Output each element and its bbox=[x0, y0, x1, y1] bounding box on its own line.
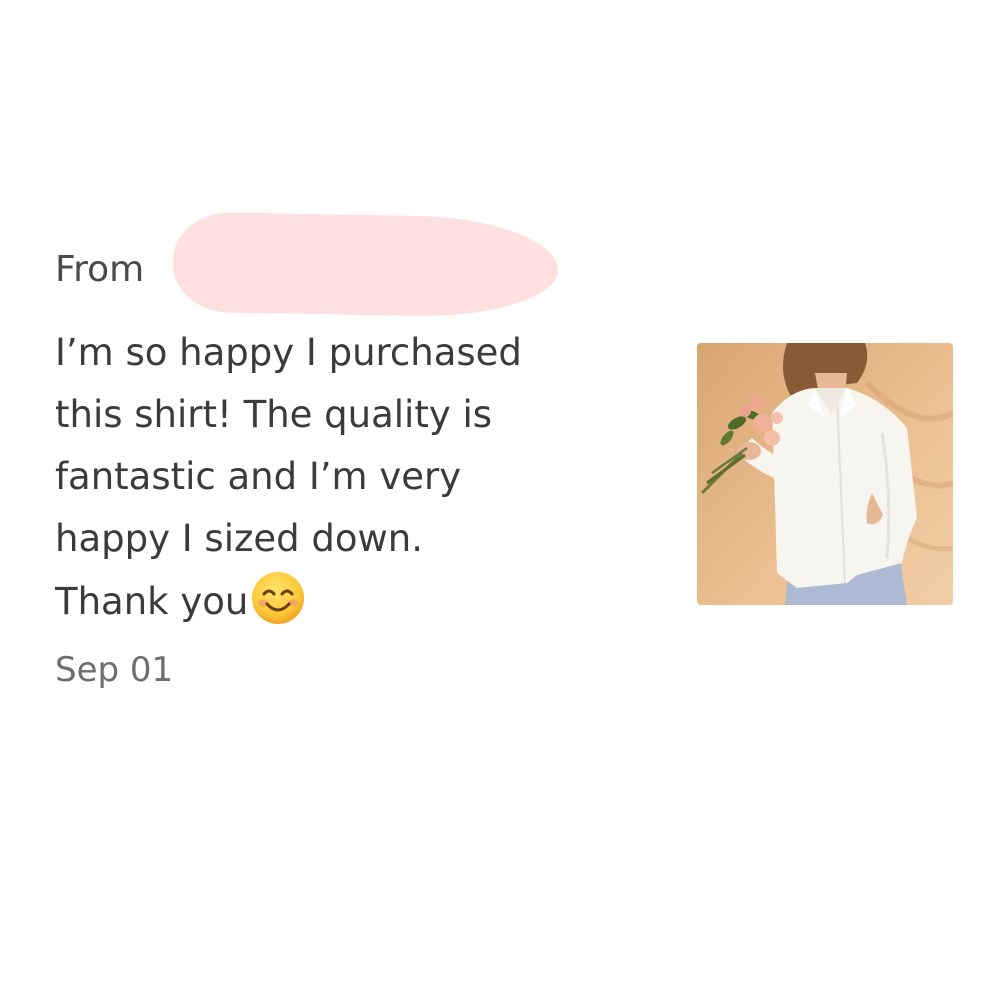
review-card: From I’m so happy I purchased this shirt… bbox=[0, 0, 1000, 1000]
redacted-reviewer-name bbox=[172, 211, 559, 319]
review-message: I’m so happy I purchased this shirt! The… bbox=[55, 322, 655, 633]
from-label: From bbox=[55, 249, 145, 290]
product-photo[interactable] bbox=[697, 343, 953, 605]
smiling-face-icon bbox=[252, 572, 305, 624]
review-date: Sep 01 bbox=[55, 650, 174, 690]
product-photo-illustration bbox=[697, 343, 953, 605]
